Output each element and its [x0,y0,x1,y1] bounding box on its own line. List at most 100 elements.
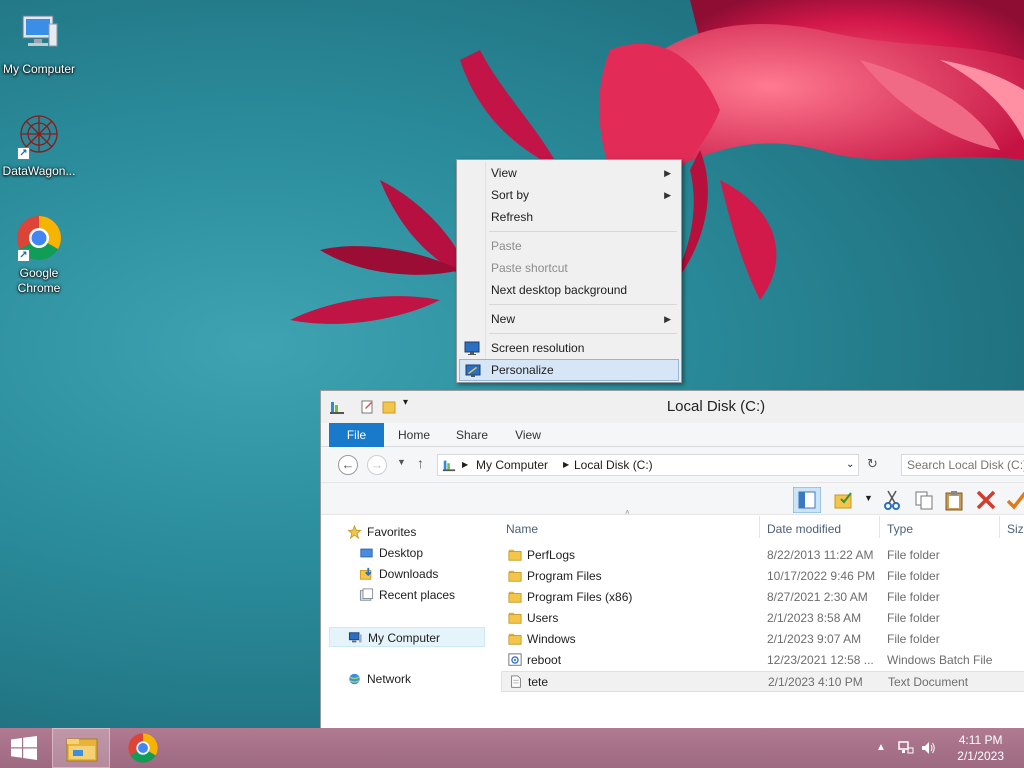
menu-item-refresh[interactable]: Refresh [459,206,679,228]
file-row[interactable]: reboot 12/23/2021 12:58 ... Windows Batch … [501,650,1024,671]
toolbar-dropdown-icon[interactable]: ▼ [864,493,873,503]
menu-item-sort-by[interactable]: Sort by ▶ [459,184,679,206]
chrome-icon: ↗ [15,214,63,262]
recent-locations-dropdown-icon[interactable]: ▼ [397,457,406,467]
menu-item-paste-shortcut: Paste shortcut [459,257,679,279]
submenu-arrow-icon: ▶ [664,314,671,324]
column-separator[interactable] [999,516,1000,538]
text-file-icon [511,675,521,688]
paste-icon[interactable] [943,489,965,511]
folder-icon [508,549,522,561]
path-field[interactable]: ▶ My Computer ▶ Local Disk (C:) ⌄ [437,454,859,476]
sort-ascending-icon: ˄ [625,508,630,517]
desktop-icon-label: Google Chrome [17,266,61,295]
computer-path-icon [442,460,456,472]
volume-icon[interactable] [920,740,936,756]
menu-separator [489,231,677,232]
menu-item-label: Paste shortcut [491,261,568,275]
star-icon [347,525,362,539]
column-header-name[interactable]: Name [506,519,538,539]
column-separator[interactable] [759,516,760,538]
menu-item-view[interactable]: View ▶ [459,162,679,184]
menu-separator [489,333,677,334]
copy-icon[interactable] [913,489,935,511]
menu-item-label: Screen resolution [491,341,585,355]
breadcrumb-local-disk[interactable]: Local Disk (C:) [574,458,653,472]
show-hidden-icons-arrow[interactable]: ▲ [876,742,886,753]
system-clock[interactable]: 4:11 PM 2/1/2023 [957,732,1004,764]
file-name: Program Files (x86) [527,590,633,604]
personalize-icon [465,364,481,377]
file-explorer-window: ▾ Local Disk (C:) File Home Share View ←… [320,390,1024,730]
desktop-icon-google-chrome[interactable]: ↗ Google Chrome [0,214,78,296]
taskbar-google-chrome[interactable] [116,728,170,768]
back-button[interactable]: ← [338,455,358,475]
nav-desktop[interactable]: Desktop [359,543,489,563]
delete-icon[interactable] [975,489,997,511]
folder-icon [508,570,522,582]
file-type: Text Document [888,675,969,689]
breadcrumb-separator-icon: ▶ [563,460,570,469]
desktop-icon-my-computer[interactable]: My Computer [0,10,78,77]
menu-item-next-desktop-background[interactable]: Next desktop background [459,279,679,301]
nav-network[interactable]: Network [347,669,487,689]
desktop-context-menu: View ▶ Sort by ▶ Refresh Paste Paste short… [456,159,682,383]
menu-item-new[interactable]: New ▶ [459,308,679,330]
column-header-date-modified[interactable]: Date modified [767,519,841,539]
rename-check-icon[interactable] [1005,489,1024,511]
breadcrumb-my-computer[interactable]: My Computer [476,458,548,472]
address-dropdown-icon[interactable]: ⌄ [846,459,854,470]
clock-time: 4:11 PM [958,733,1003,747]
nav-downloads[interactable]: Downloads [359,564,489,584]
computer-icon [15,10,63,58]
folder-icon [508,591,522,603]
file-row[interactable]: Program Files 10/17/2022 9:46 PM File fold… [501,566,1024,587]
search-input[interactable] [902,455,1024,475]
file-type: File folder [887,632,940,646]
column-separator[interactable] [879,516,880,538]
network-tray-icon[interactable] [898,740,914,756]
select-folder-icon[interactable] [833,489,855,511]
menu-item-screen-resolution[interactable]: Screen resolution [459,337,679,359]
file-row[interactable]: Users 2/1/2023 8:58 AM File folder [501,608,1024,629]
nav-label: Downloads [379,567,439,581]
desktop-icon-label: My Computer [2,62,76,76]
menu-item-personalize[interactable]: Personalize [459,359,679,381]
network-icon [349,673,360,685]
cut-icon[interactable] [881,489,903,511]
column-header-size[interactable]: Size [1007,519,1024,539]
file-date-modified: 2/1/2023 8:58 AM [767,611,862,625]
up-arrow-icon[interactable]: ↑ [417,455,424,471]
submenu-arrow-icon: ▶ [664,168,671,178]
tab-view[interactable]: View [505,423,551,447]
file-name: PerfLogs [527,548,576,562]
tab-file[interactable]: File [329,423,384,447]
file-row[interactable]: Windows 2/1/2023 9:07 AM File folder [501,629,1024,650]
start-button[interactable] [0,728,48,768]
forward-button: → [367,455,387,475]
nav-recent-places[interactable]: Recent places [359,585,489,605]
nav-favorites[interactable]: Favorites [347,522,487,542]
file-name: Program Files [527,569,602,583]
file-row[interactable]: Program Files (x86) 8/27/2021 2:30 AM File… [501,587,1024,608]
file-date-modified: 2/1/2023 9:07 AM [767,632,862,646]
nav-my-computer[interactable]: My Computer [329,627,485,647]
preview-pane-icon[interactable] [793,487,821,513]
file-explorer-icon [66,738,98,762]
nav-label: Network [367,672,412,686]
file-name: reboot [527,653,562,667]
monitor-icon [464,341,480,355]
file-type: Windows Batch File [887,653,993,667]
search-field[interactable] [901,454,1024,476]
refresh-icon[interactable]: ↻ [867,456,878,472]
tab-home[interactable]: Home [391,423,437,447]
file-date-modified: 8/27/2021 2:30 AM [767,590,868,604]
desktop-icon-datawagon[interactable]: ↗ DataWagon... [0,112,78,179]
file-row[interactable]: tete 2/1/2023 4:10 PM Text Document [501,671,1024,692]
column-header-type[interactable]: Type [887,519,913,539]
menu-item-label: Sort by [491,188,530,202]
batch-file-icon [508,653,522,666]
tab-share[interactable]: Share [449,423,495,447]
file-row[interactable]: PerfLogs 8/22/2013 11:22 AM File folder [501,545,1024,566]
taskbar-file-explorer[interactable] [52,728,110,768]
